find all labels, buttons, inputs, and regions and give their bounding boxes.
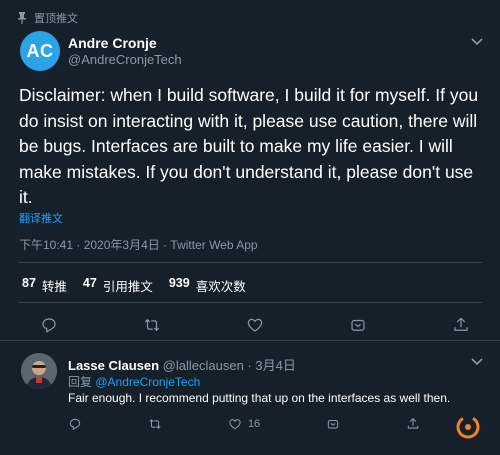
- like-icon: [247, 318, 263, 332]
- reply-text: Fair enough. I recommend putting that up…: [68, 391, 451, 405]
- reply-share-button[interactable]: [326, 417, 340, 431]
- upload-icon: [407, 418, 419, 429]
- retweet-icon: [149, 419, 161, 429]
- reply-reply-button[interactable]: [68, 417, 82, 431]
- pinned-label: 置顶推文: [34, 13, 78, 25]
- divider: [18, 262, 482, 263]
- translate-tweet-link[interactable]: 翻译推文: [19, 210, 63, 226]
- pinned-indicator: 置顶推文: [18, 10, 78, 26]
- user-avatar-icon: [21, 353, 57, 389]
- reply-like-count: 16: [247, 418, 261, 430]
- likes-count: 939: [168, 276, 190, 290]
- chevron-down-icon[interactable]: [471, 358, 483, 366]
- upload-icon: [454, 317, 468, 331]
- pin-icon: [18, 12, 26, 24]
- tweet-text: Disclaimer: when I build software, I bui…: [19, 85, 479, 207]
- divider: [0, 340, 500, 341]
- reply-retweet-button[interactable]: [148, 417, 162, 431]
- loading-spinner-icon: [456, 415, 480, 439]
- like-icon: [229, 419, 241, 430]
- retweets-label: 转推: [41, 280, 67, 294]
- author-avatar[interactable]: AC: [20, 31, 60, 71]
- analytics-button[interactable]: [452, 316, 470, 334]
- reply-author-name[interactable]: Lasse Clausen: [68, 358, 159, 373]
- replying-prefix: 回复: [68, 375, 93, 389]
- avatar-initials: AC: [26, 40, 54, 61]
- share-button[interactable]: [349, 316, 367, 334]
- reply-button[interactable]: [40, 316, 58, 334]
- tweet-meta: 下午10:41 · 2020年3月4日 · Twitter Web App: [19, 238, 258, 252]
- share-icon: [351, 319, 365, 331]
- quotes-stat[interactable]: 47 引用推文: [83, 276, 153, 295]
- replying-to-handle[interactable]: @AndreCronjeTech: [95, 375, 200, 389]
- retweets-count: 87: [22, 276, 36, 290]
- quotes-count: 47: [82, 276, 97, 290]
- retweet-button[interactable]: [143, 316, 161, 334]
- reply-icon: [42, 318, 56, 333]
- reply-actions: 16: [68, 417, 420, 431]
- tweet-actions: [40, 316, 470, 334]
- reply-icon: [69, 418, 81, 431]
- retweet-icon: [144, 318, 160, 332]
- author-handle[interactable]: @AndreCronjeTech: [68, 52, 182, 67]
- retweets-stat[interactable]: 87 转推: [22, 276, 67, 295]
- share-icon: [327, 419, 339, 429]
- reply-upload-button[interactable]: [406, 417, 420, 431]
- chevron-down-icon[interactable]: [471, 38, 483, 46]
- reply-handle-date: @lalleclausen · 3月4日: [162, 358, 296, 373]
- reply-author: Lasse Clausen @lalleclausen · 3月4日: [68, 355, 296, 374]
- divider: [18, 302, 482, 303]
- quotes-label: 引用推文: [102, 280, 153, 294]
- tweet-stats: 87 转推 47 引用推文 939 喜欢次数: [22, 276, 262, 295]
- reply-avatar[interactable]: [21, 353, 57, 389]
- author-name[interactable]: Andre Cronje: [68, 35, 157, 51]
- replying-to: 回复 @AndreCronjeTech: [68, 373, 200, 390]
- likes-label: 喜欢次数: [195, 280, 246, 294]
- like-button[interactable]: [246, 316, 264, 334]
- reply-like-button[interactable]: 16: [228, 417, 260, 431]
- likes-stat[interactable]: 939 喜欢次数: [169, 276, 246, 295]
